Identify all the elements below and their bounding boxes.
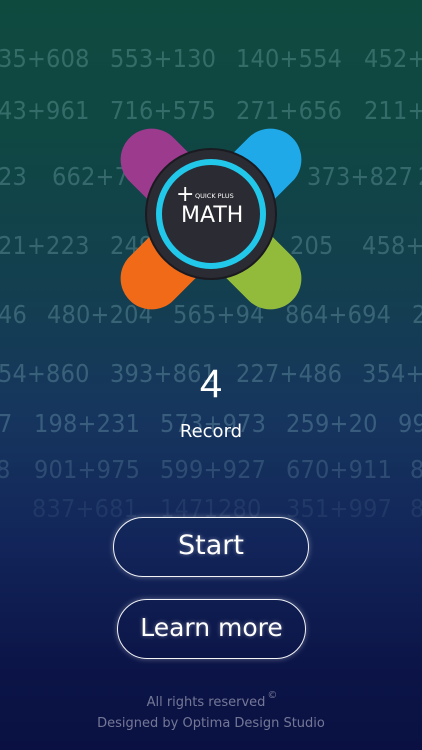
learn-more-button[interactable]: Learn more	[117, 599, 306, 659]
credit-text: Designed by Optima Design Studio	[97, 716, 325, 731]
equation-text: 837+681	[32, 494, 139, 523]
equation-text: 21+223	[0, 231, 90, 260]
equation-text: 373+827	[307, 162, 414, 191]
copyright-symbol: ©	[267, 690, 278, 701]
rights-label: All rights reserved	[146, 695, 266, 710]
equation-text: 46	[0, 300, 28, 329]
equation-text: 670+911	[286, 455, 393, 484]
equation-text: 8	[0, 455, 11, 484]
rights-text: All rights reserved ©	[0, 690, 422, 710]
equation-text: 271+656	[236, 96, 343, 125]
equation-text: 211+	[364, 96, 422, 125]
equation-text: 2	[418, 162, 422, 191]
equation-text: 716+575	[110, 96, 217, 125]
equation-text: 458+	[362, 231, 422, 260]
equation-text: 901+975	[34, 455, 141, 484]
equation-text: 599+927	[160, 455, 267, 484]
app-logo: + QUICK PLUS MATH	[107, 115, 315, 323]
equation-text: 43+961	[0, 96, 90, 125]
equation-text: 351+997	[286, 494, 393, 523]
record-label: Record	[179, 421, 243, 442]
logo-small-text: QUICK PLUS	[195, 192, 234, 200]
equation-text: 452+	[364, 44, 422, 73]
equation-text: 8	[410, 494, 422, 523]
record-value: 4	[199, 362, 223, 406]
equation-text: 8	[410, 455, 422, 484]
logo-ring: + QUICK PLUS MATH	[147, 150, 275, 278]
equation-text: 35+608	[0, 44, 90, 73]
start-button[interactable]: Start	[113, 517, 309, 577]
logo-title: MATH	[181, 203, 244, 228]
equation-text: 140+554	[236, 44, 343, 73]
equation-text: 2	[412, 300, 422, 329]
equation-text: 23	[0, 162, 28, 191]
equation-text: 553+130	[110, 44, 217, 73]
